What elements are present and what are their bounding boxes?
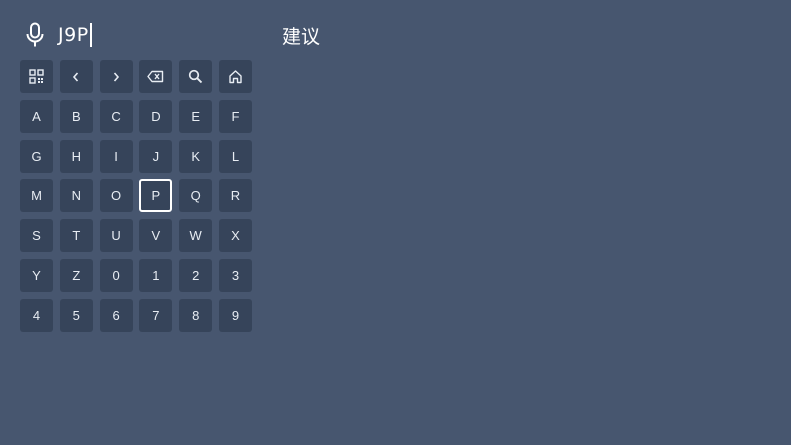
key-e[interactable]: E: [179, 99, 213, 133]
key-w[interactable]: W: [179, 219, 213, 253]
key-j[interactable]: J: [139, 139, 173, 173]
key-z[interactable]: Z: [59, 258, 93, 292]
key-8[interactable]: 8: [179, 298, 213, 332]
key-l[interactable]: L: [218, 139, 252, 173]
key-2[interactable]: 2: [179, 258, 213, 292]
key-r[interactable]: R: [218, 179, 252, 213]
suggestions-title: 建议: [282, 26, 321, 48]
key-x[interactable]: X: [218, 219, 252, 253]
cursor-left-button[interactable]: [59, 60, 93, 93]
key-b[interactable]: B: [59, 99, 93, 133]
key-6[interactable]: 6: [99, 298, 133, 332]
key-q[interactable]: Q: [179, 179, 213, 213]
cursor-right-button[interactable]: [99, 60, 133, 93]
qr-code-icon: [29, 69, 44, 84]
key-4[interactable]: 4: [20, 298, 53, 332]
qr-code-button[interactable]: [20, 60, 53, 93]
key-n[interactable]: N: [59, 179, 93, 213]
key-o[interactable]: O: [99, 179, 133, 213]
key-t[interactable]: T: [59, 219, 93, 253]
home-icon: [228, 69, 243, 84]
chevron-right-icon: [111, 71, 121, 83]
key-p[interactable]: P: [139, 179, 173, 213]
key-v[interactable]: V: [139, 219, 173, 253]
key-m[interactable]: M: [20, 179, 53, 213]
text-caret: [89, 23, 92, 47]
key-i[interactable]: I: [99, 139, 133, 173]
search-input[interactable]: J9P: [58, 23, 92, 47]
search-icon: [188, 69, 203, 84]
home-button[interactable]: [218, 60, 252, 93]
key-9[interactable]: 9: [218, 298, 252, 332]
key-d[interactable]: D: [139, 99, 173, 133]
key-s[interactable]: S: [20, 219, 53, 253]
key-y[interactable]: Y: [20, 258, 53, 292]
key-h[interactable]: H: [59, 139, 93, 173]
key-a[interactable]: A: [20, 99, 53, 133]
key-3[interactable]: 3: [218, 258, 252, 292]
key-g[interactable]: G: [20, 139, 53, 173]
on-screen-keyboard: ABCDEF GHIJKL MNOPQR STUVWX YZ0123 456789: [20, 60, 252, 332]
key-0[interactable]: 0: [99, 258, 133, 292]
search-query-text: J9P: [58, 24, 89, 46]
backspace-icon: [147, 70, 164, 83]
key-u[interactable]: U: [99, 219, 133, 253]
key-c[interactable]: C: [99, 99, 133, 133]
search-bar: J9P: [20, 18, 260, 52]
key-7[interactable]: 7: [139, 298, 173, 332]
search-button[interactable]: [179, 60, 213, 93]
backspace-button[interactable]: [139, 60, 173, 93]
key-f[interactable]: F: [218, 99, 252, 133]
key-1[interactable]: 1: [139, 258, 173, 292]
microphone-icon[interactable]: [20, 18, 50, 52]
chevron-left-icon: [71, 71, 81, 83]
key-k[interactable]: K: [179, 139, 213, 173]
key-5[interactable]: 5: [59, 298, 93, 332]
